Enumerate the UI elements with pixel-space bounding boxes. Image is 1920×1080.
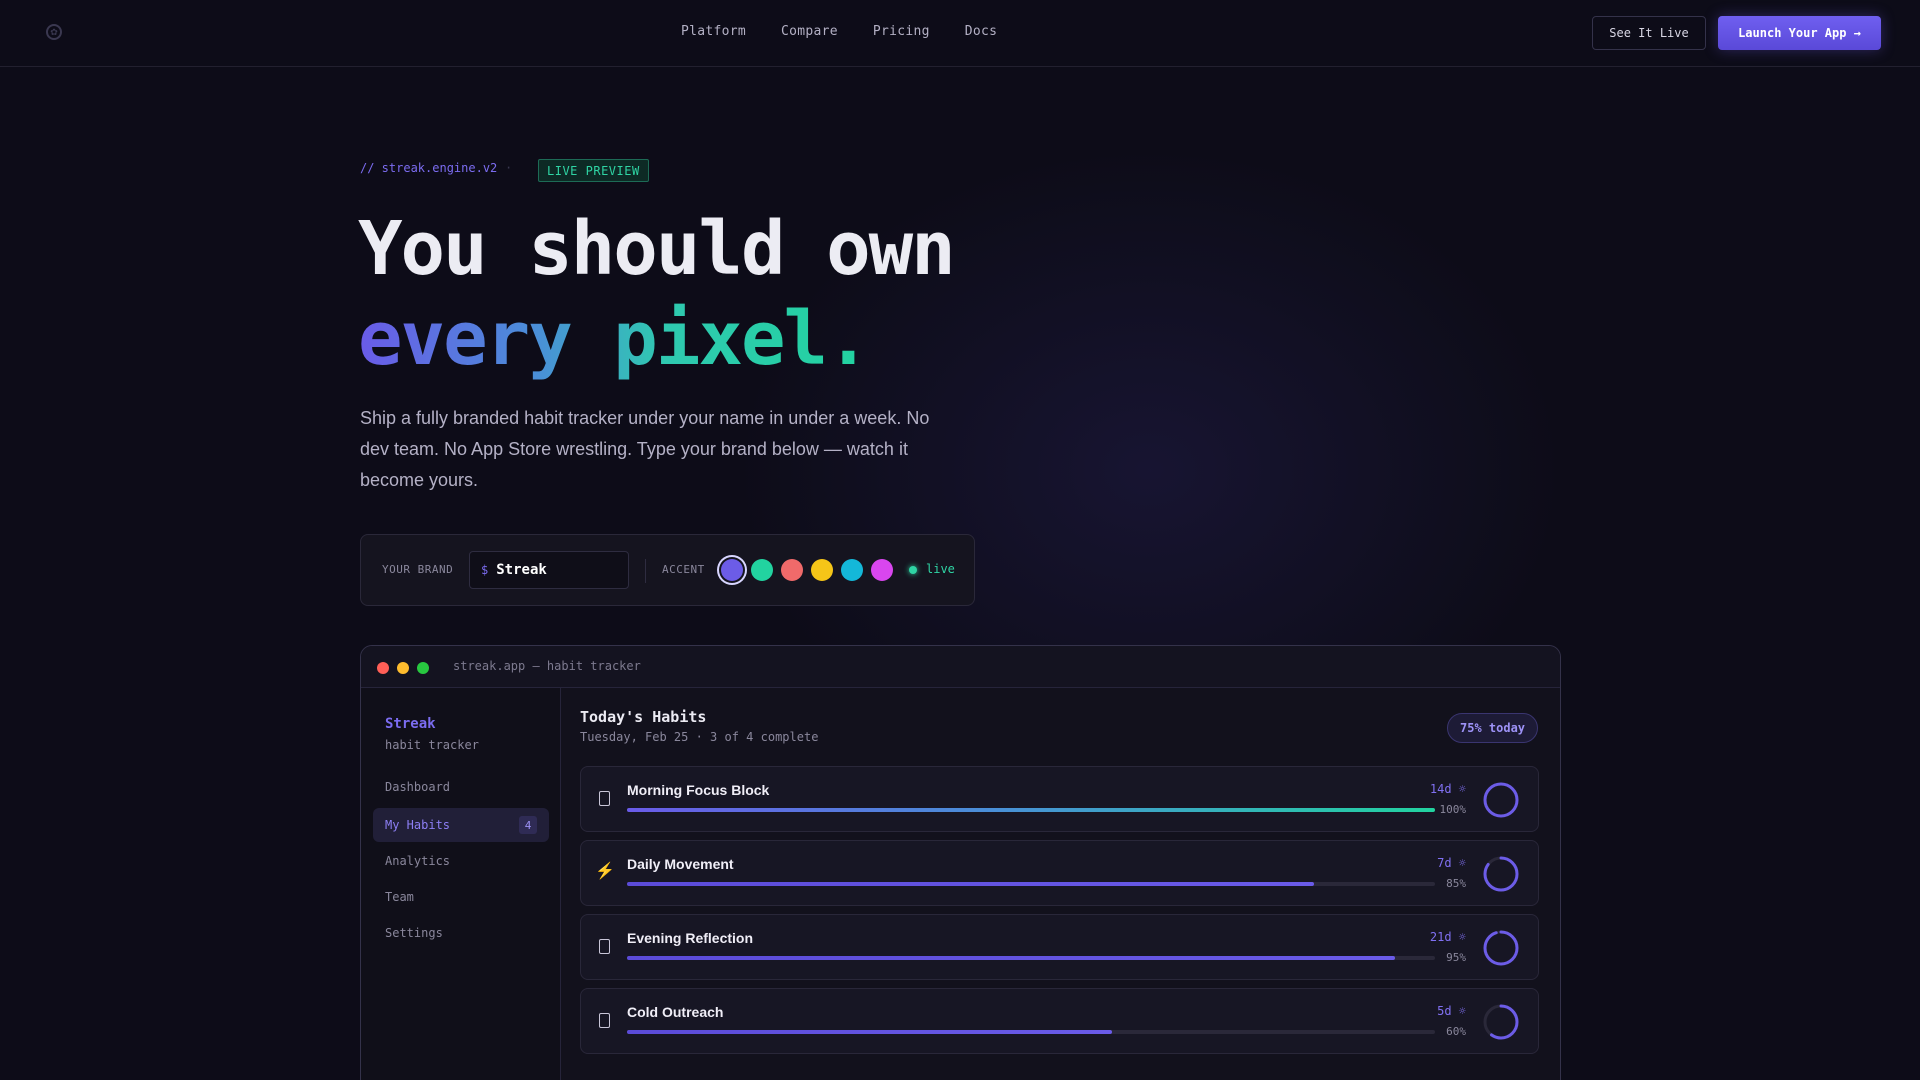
brand-input[interactable]: $ Streak [469,551,629,589]
habit-progress-fill [627,882,1314,886]
habit-progress-ring-icon [1483,856,1519,892]
maximize-dot-icon[interactable] [417,662,429,674]
launch-app-button[interactable]: Launch Your App → [1718,16,1881,50]
nav-link-compare[interactable]: Compare [781,24,838,39]
habit-percent: 60% [1446,1025,1466,1038]
nav-link-pricing[interactable]: Pricing [873,24,930,39]
live-status: live [926,562,955,576]
habit-name: Morning Focus Block [627,782,770,798]
tagline-separator: · [505,161,513,175]
hero-lede: Ship a fully branded habit tracker under… [360,408,930,490]
hero-headline-line-1: You should own [358,206,956,292]
habit-percent: 85% [1446,877,1466,890]
accent-swatch[interactable] [781,559,803,581]
sidebar-item-label: Analytics [385,854,451,868]
habit-progress-fill [627,808,1435,812]
habit-percent: 95% [1446,951,1466,964]
habit-progress-ring-icon [1483,782,1519,818]
sidebar-item-analytics[interactable]: Analytics [373,844,549,878]
sidebar-subtitle: habit tracker [385,738,479,752]
accent-label: ACCENT [662,563,705,576]
habit-streak: 21d ☼ [1429,930,1466,944]
accent-swatch[interactable] [841,559,863,581]
habit-progress-ring-icon [1483,1004,1519,1040]
habit-row[interactable]: Cold Outreach 5d ☼ 60% [580,988,1539,1054]
sidebar-brand: Streak [385,716,436,732]
accent-swatch[interactable] [721,559,743,581]
accent-swatch[interactable] [751,559,773,581]
nav-links: Platform Compare Pricing Docs [681,24,1032,39]
sidebar-item-settings[interactable]: Settings [373,916,549,950]
lightning-icon[interactable]: ⚡ [595,861,615,881]
dollar-prefix: $ [481,563,489,577]
live-dot-icon [909,566,917,574]
checkbox-icon[interactable] [599,939,610,954]
habit-progress-bar [627,956,1435,960]
habit-row[interactable]: ⚡ Daily Movement 7d ☼ 85% [580,840,1539,906]
app-preview-window: streak.app — habit tracker Streak habit … [360,645,1561,1080]
habit-row[interactable]: Morning Focus Block 14d ☼ 100% [580,766,1539,832]
window-title: streak.app — habit tracker [453,659,641,673]
close-dot-icon[interactable] [377,662,389,674]
habit-percent: 100% [1439,803,1467,816]
accent-swatch[interactable] [811,559,833,581]
nav-link-platform[interactable]: Platform [681,24,746,39]
habit-progress-fill [627,1030,1112,1034]
habit-progress-bar [627,808,1435,812]
checkbox-icon[interactable] [599,791,610,806]
sidebar-item-team[interactable]: Team [373,880,549,914]
hero-tagline: // streak.engine.v2 [360,161,498,175]
sidebar-item-label: Dashboard [385,780,451,794]
habit-row[interactable]: Evening Reflection 21d ☼ 95% [580,914,1539,980]
app-sidebar: Streak habit tracker Dashboard My Habits… [361,688,561,1080]
sidebar-item-label: My Habits [385,818,451,832]
sidebar-item-my-habits[interactable]: My Habits 4 [373,808,549,842]
habit-progress-fill [627,956,1395,960]
see-it-live-button[interactable]: See It Live [1592,16,1706,50]
habit-progress-bar [627,1030,1435,1034]
hero-headline-line-2: every pixel. [358,296,871,382]
habit-name: Cold Outreach [627,1004,724,1020]
nav-link-docs[interactable]: Docs [965,24,998,39]
window-titlebar: streak.app — habit tracker [361,646,1560,688]
today-progress-pill: 75% today [1447,713,1539,743]
top-nav: ✿ Platform Compare Pricing Docs See It L… [0,0,1920,67]
habit-name: Daily Movement [627,856,734,872]
habits-title: Today's Habits [580,708,707,726]
brand-label: YOUR BRAND [382,563,454,576]
divider [645,559,646,583]
habit-progress-ring-icon [1483,930,1519,966]
checkbox-icon[interactable] [599,1013,610,1028]
sidebar-item-label: Team [385,890,414,904]
habit-name: Evening Reflection [627,930,754,946]
habits-subtitle: Tuesday, Feb 25 · 3 of 4 complete [580,730,819,744]
brand-input-value[interactable]: Streak [496,562,547,578]
accent-swatch[interactable] [871,559,893,581]
habit-count-badge: 4 [519,816,537,834]
habit-streak: 5d ☼ [1437,1004,1466,1018]
habit-streak: 14d ☼ [1429,782,1466,796]
accent-swatches [721,559,893,581]
live-preview-badge: LIVE PREVIEW [538,159,649,182]
sidebar-item-label: Settings [385,926,443,940]
minimize-dot-icon[interactable] [397,662,409,674]
brand-customizer: YOUR BRAND $ Streak ACCENT live [360,534,975,606]
habit-progress-bar [627,882,1435,886]
sidebar-item-dashboard[interactable]: Dashboard [373,770,549,804]
habit-streak: 7d ☼ [1437,856,1466,870]
logo-icon[interactable]: ✿ [46,24,62,40]
